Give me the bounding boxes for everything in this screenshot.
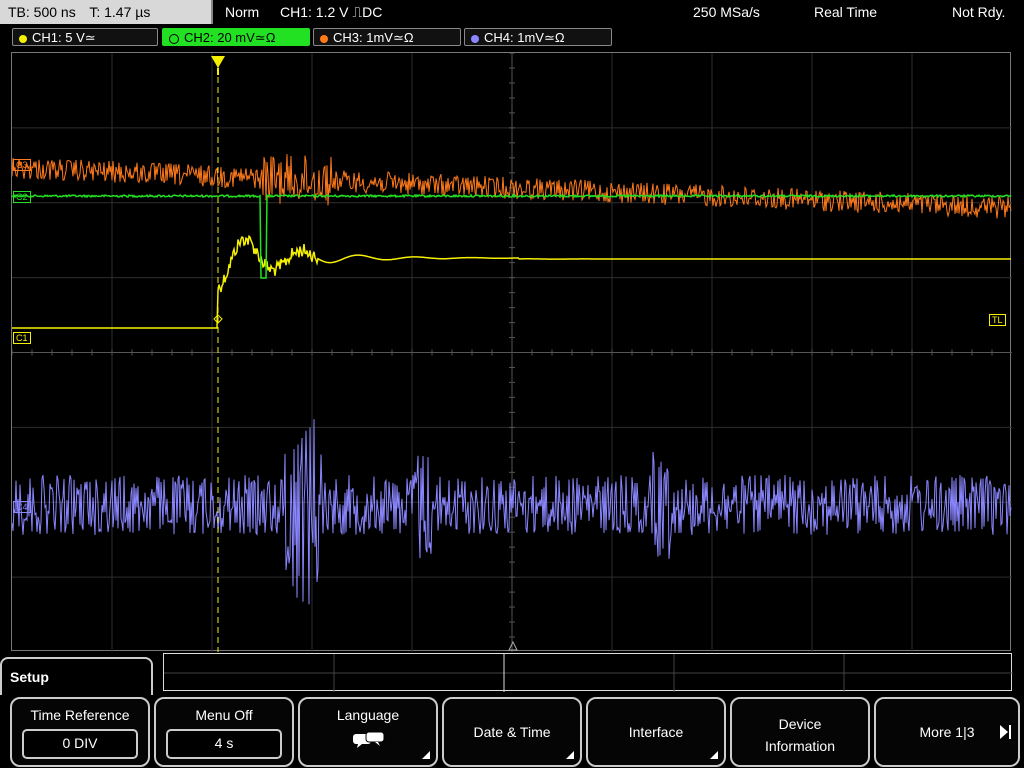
speech-bubbles-icon xyxy=(353,731,385,748)
submenu-indicator-icon xyxy=(566,751,574,759)
channel-bar: CH1: 5 V≃ CH2: 20 mV≃Ω CH3: 1mV≃Ω CH4: 1… xyxy=(0,25,1024,49)
more-softkey[interactable]: More 1|3 xyxy=(874,697,1020,767)
channel-3-button[interactable]: CH3: 1mV≃Ω xyxy=(313,28,461,46)
submenu-indicator-icon xyxy=(710,751,718,759)
time-reference-softkey[interactable]: Time Reference 0 DIV xyxy=(10,697,150,767)
zoom-grid xyxy=(164,654,1013,692)
date-time-softkey[interactable]: Date & Time xyxy=(442,697,582,767)
channel-1-marker[interactable]: C1 xyxy=(13,332,31,344)
acquisition-mode: Real Time xyxy=(814,4,878,20)
interface-title: Interface xyxy=(628,724,684,740)
language-title: Language xyxy=(336,707,400,723)
channel-4-label: CH4: 1mV≃Ω xyxy=(484,30,565,45)
waveform-canvas xyxy=(12,53,1012,652)
channel-3-label: CH3: 1mV≃Ω xyxy=(333,30,414,45)
time-reference-title: Time Reference xyxy=(30,707,130,723)
next-page-bar-icon xyxy=(1009,725,1011,739)
timebase-label: TB: 500 ns xyxy=(8,4,76,20)
trigger-mode[interactable]: Norm xyxy=(225,0,259,24)
channel-2-color-icon xyxy=(169,33,179,44)
date-time-title: Date & Time xyxy=(473,724,551,740)
channel-4-marker[interactable]: C4 xyxy=(13,501,31,513)
interface-softkey[interactable]: Interface xyxy=(586,697,726,767)
channel-4-button[interactable]: CH4: 1mV≃Ω xyxy=(464,28,612,46)
status-bar: TB: 500 ns T: 1.47 µs Norm CH1: 1.2 V ⎍D… xyxy=(0,0,1024,25)
channel-4-color-icon xyxy=(471,34,479,43)
device-information-line2: Information xyxy=(764,738,836,754)
device-information-softkey[interactable]: Device Information xyxy=(730,697,870,767)
channel-1-label: CH1: 5 V≃ xyxy=(32,30,96,45)
sample-rate: 250 MSa/s xyxy=(693,4,760,20)
menu-off-softkey[interactable]: Menu Off 4 s xyxy=(154,697,294,767)
zoom-window-strip[interactable] xyxy=(163,653,1013,692)
channel-3-color-icon xyxy=(320,34,328,43)
channel-3-marker[interactable]: C3 xyxy=(13,159,31,171)
graticule xyxy=(12,53,1012,652)
trigger-time-label: T: 1.47 µs xyxy=(89,4,151,20)
next-page-arrow-icon xyxy=(1000,725,1008,739)
trigger-level-marker[interactable]: TL xyxy=(989,314,1006,326)
submenu-indicator-icon xyxy=(422,751,430,759)
channel-2-button[interactable]: CH2: 20 mV≃Ω xyxy=(162,28,310,46)
channel-2-label: CH2: 20 mV≃Ω xyxy=(184,30,276,45)
time-reference-value[interactable]: 0 DIV xyxy=(22,729,138,759)
more-title: More 1|3 xyxy=(919,724,975,740)
timebase-box[interactable]: TB: 500 ns T: 1.47 µs xyxy=(0,0,213,24)
waveform-display[interactable]: C3 C2 C1 C4 TL xyxy=(11,52,1012,652)
trigger-marker-icon[interactable] xyxy=(211,56,225,75)
channel-2-marker[interactable]: C2 xyxy=(13,191,31,203)
softkey-bar: Time Reference 0 DIV Menu Off 4 s Langua… xyxy=(0,695,1024,768)
setup-menu-tab[interactable]: Setup xyxy=(0,657,153,697)
time-reference-icon xyxy=(508,640,518,651)
menu-off-value[interactable]: 4 s xyxy=(166,729,282,759)
channel-1-button[interactable]: CH1: 5 V≃ xyxy=(12,28,158,46)
menu-off-title: Menu Off xyxy=(195,707,253,723)
channel-1-color-icon xyxy=(19,34,27,43)
trigger-setting[interactable]: CH1: 1.2 V ⎍DC xyxy=(280,0,382,24)
language-softkey[interactable]: Language xyxy=(298,697,438,767)
device-information-line1: Device xyxy=(778,716,822,732)
acquisition-status: Not Rdy. xyxy=(952,4,1006,20)
